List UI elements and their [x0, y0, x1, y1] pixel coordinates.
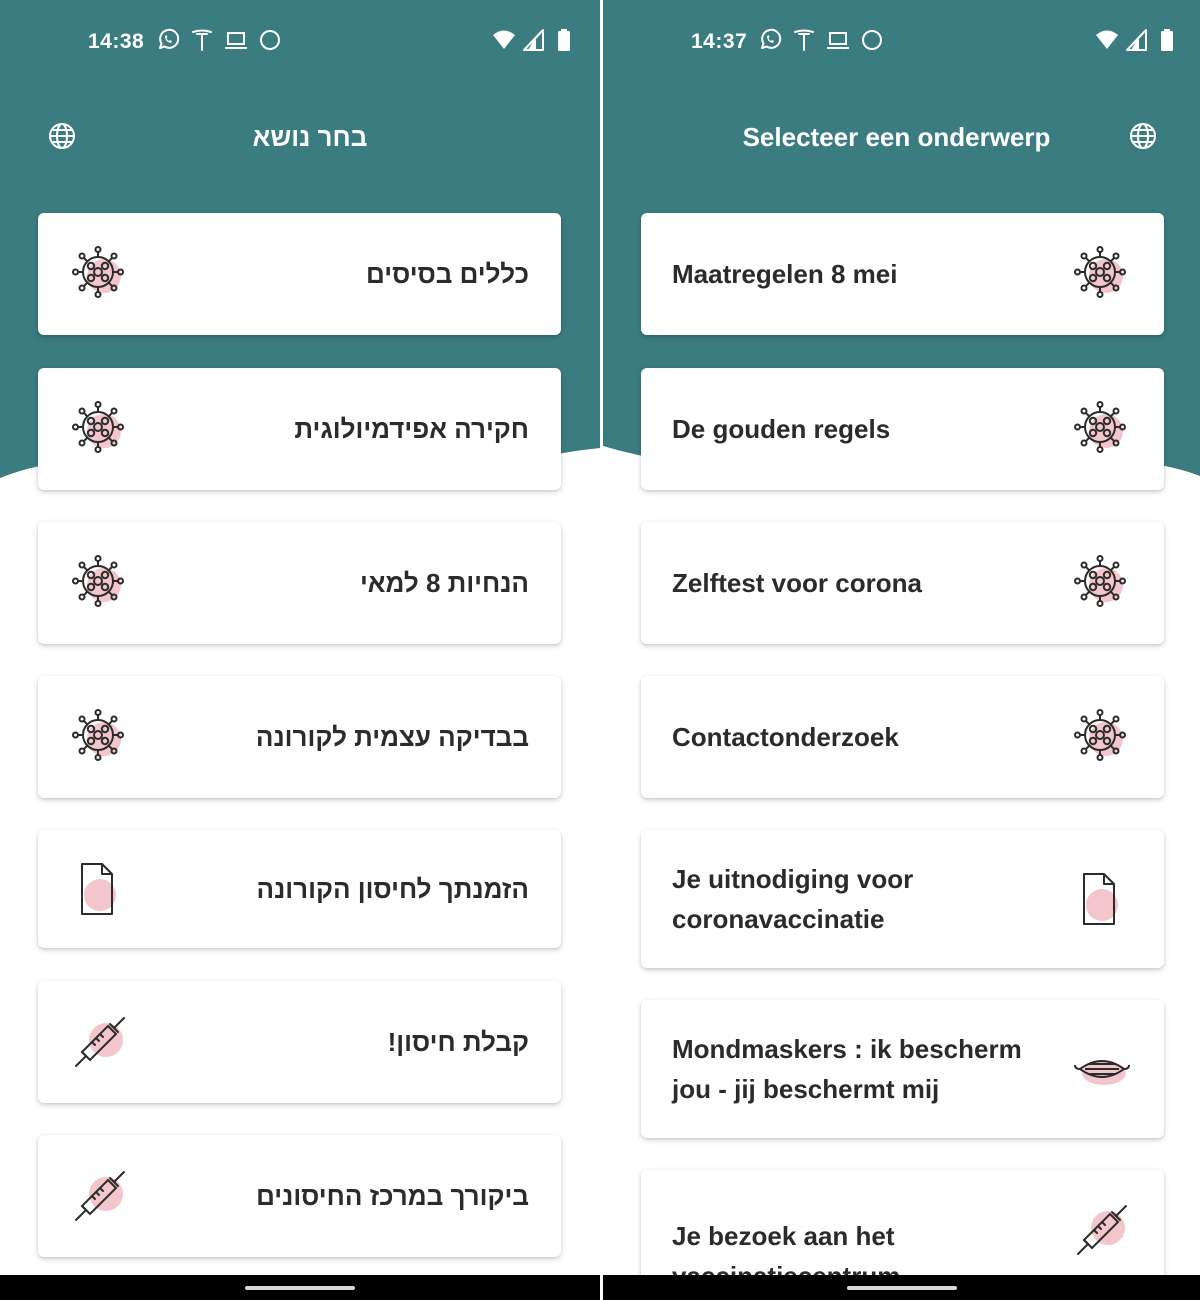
topic-label: Contactonderzoek — [672, 722, 899, 752]
topic-label: חקירה אפידמיולוגית — [294, 414, 529, 444]
battery-icon — [552, 28, 576, 52]
app-bar: בחר נושא — [0, 112, 600, 162]
virus-icon — [70, 399, 130, 459]
document-icon — [70, 859, 130, 919]
status-bar: 14:38 — [0, 22, 600, 62]
topic-card-measures-may-8[interactable]: הנחיות 8 למאי — [38, 522, 561, 644]
topic-card-contactonderzoek[interactable]: Contactonderzoek — [641, 676, 1164, 798]
topic-label: Je uitnodiging voor coronavaccinatie — [672, 864, 914, 934]
status-time: 14:38 — [88, 30, 145, 53]
topic-card-maatregelen[interactable]: Maatregelen 8 mei — [641, 213, 1164, 335]
topic-card-vaccination-center-visit[interactable]: ביקורך במרכז החיסונים — [38, 1135, 561, 1257]
topic-card-uitnodiging[interactable]: Je uitnodiging voor coronavaccinatie — [641, 830, 1164, 968]
topic-card-get-vaccinated[interactable]: קבלת חיסון! — [38, 981, 561, 1103]
topic-label: Zelftest voor corona — [672, 568, 922, 598]
status-notification-icons — [156, 28, 282, 52]
screen-hebrew: 14:38 בחר נושא כללים בסיסים חקירה אפידמי… — [0, 0, 600, 1300]
app-bar: Selecteer een onderwerp — [603, 112, 1200, 162]
topic-card-zelftest[interactable]: Zelftest voor corona — [641, 522, 1164, 644]
battery-icon — [1155, 28, 1179, 52]
status-system-icons — [1095, 28, 1179, 52]
whatsapp-icon — [156, 28, 180, 52]
laptop-icon — [224, 28, 248, 52]
topic-card-mondmaskers[interactable]: Mondmaskers : ik bescherm jou - jij besc… — [641, 1000, 1164, 1138]
navigation-bar — [603, 1275, 1200, 1300]
topic-label: הזמנתך לחיסון הקורונה — [256, 874, 529, 904]
topic-label: בבדיקה עצמית לקורונה — [255, 722, 529, 752]
screen-dutch: 14:37 Selecteer een onderwerp Maatregele… — [603, 0, 1200, 1300]
status-bar: 14:37 — [603, 22, 1200, 62]
virus-icon — [70, 244, 130, 304]
topic-card-basic-rules[interactable]: כללים בסיסים — [38, 213, 561, 335]
antenna-icon — [792, 28, 816, 52]
status-system-icons — [492, 28, 576, 52]
topic-label: קבלת חיסון! — [387, 1027, 529, 1057]
wifi-icon — [1095, 28, 1119, 52]
circle-icon — [860, 28, 884, 52]
topic-card-vaccination-invitation[interactable]: הזמנתך לחיסון הקורונה — [38, 830, 561, 948]
signal-icon — [522, 28, 546, 52]
mask-icon — [1072, 1039, 1132, 1099]
topic-label: Maatregelen 8 mei — [672, 259, 898, 289]
signal-icon — [1125, 28, 1149, 52]
topic-label: Mondmaskers : ik bescherm jou - jij besc… — [672, 1034, 1022, 1104]
topic-label: De gouden regels — [672, 414, 891, 444]
page-title: בחר נושא — [252, 122, 368, 152]
virus-icon — [1072, 244, 1132, 304]
virus-icon — [1072, 553, 1132, 613]
whatsapp-icon — [758, 28, 782, 52]
page-title: Selecteer een onderwerp — [742, 122, 1051, 152]
virus-icon — [1072, 399, 1132, 459]
topic-card-contact-tracing[interactable]: חקירה אפידמיולוגית — [38, 368, 561, 490]
home-gesture-handle[interactable] — [245, 1286, 355, 1290]
virus-icon — [70, 553, 130, 613]
topic-card-gouden-regels[interactable]: De gouden regels — [641, 368, 1164, 490]
antenna-icon — [190, 28, 214, 52]
globe-icon[interactable] — [1129, 122, 1157, 150]
syringe-icon — [70, 1166, 130, 1226]
laptop-icon — [826, 28, 850, 52]
topic-label: הנחיות 8 למאי — [359, 568, 529, 598]
navigation-bar — [0, 1275, 600, 1300]
syringe-icon — [70, 1012, 130, 1072]
status-time: 14:37 — [691, 30, 748, 53]
home-gesture-handle[interactable] — [846, 1286, 957, 1290]
status-notification-icons — [758, 28, 884, 52]
topic-label: ביקורך במרכז החיסונים — [256, 1181, 529, 1211]
wifi-icon — [492, 28, 516, 52]
syringe-icon — [1072, 1200, 1132, 1260]
topic-label: כללים בסיסים — [366, 259, 529, 289]
virus-icon — [1072, 707, 1132, 767]
topic-card-self-test[interactable]: בבדיקה עצמית לקורונה — [38, 676, 561, 798]
document-icon — [1072, 869, 1132, 929]
virus-icon — [70, 707, 130, 767]
circle-icon — [258, 28, 282, 52]
